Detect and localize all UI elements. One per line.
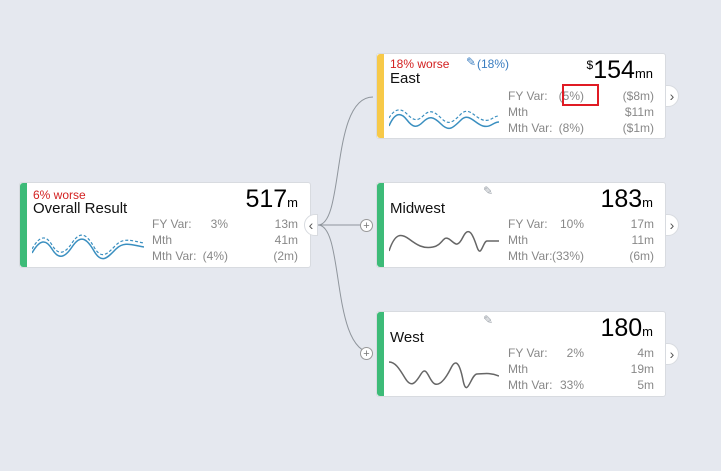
metric-row-mth: Mth 11m — [508, 233, 654, 247]
chevron-left-icon: ‹ — [308, 217, 314, 233]
status-accent-bar — [377, 54, 384, 138]
metric-row-fy-var: FY Var: 10% 17m — [508, 217, 654, 231]
metric-row-mth-var: Mth Var: (4%) (2m) — [152, 249, 298, 263]
chevron-right-icon: › — [669, 217, 675, 233]
chevron-right-icon: › — [669, 88, 675, 104]
node-value: 180m — [600, 314, 653, 342]
metric-row-mth-var: Mth Var: (8%) ($1m) — [508, 121, 654, 135]
node-value: 517m — [245, 185, 298, 213]
node-label: Midwest — [390, 200, 446, 217]
expand-midwest-plus-icon[interactable]: + — [360, 219, 373, 232]
status-accent-bar — [20, 183, 27, 267]
metric-row-mth-var: Mth Var: (33%) (6m) — [508, 249, 654, 263]
metrics-table: FY Var: 2% 4m Mth 19m Mth Var: 33% 5m — [508, 345, 654, 393]
node-midwest[interactable]: ✎ Midwest 183m FY Var: 10% 17m Mth 11m Mth … — [376, 182, 666, 268]
status-accent-bar — [377, 183, 384, 267]
metric-row-mth: Mth 41m — [152, 233, 298, 247]
metrics-table: FY Var: 3% 13m Mth 41m Mth Var: (4%) (2m) — [152, 216, 298, 264]
pencil-icon[interactable]: ✎ — [483, 313, 493, 327]
sparkline-chart — [389, 361, 499, 389]
node-label: East — [390, 70, 421, 87]
edit-percent-text: (18%) — [477, 57, 510, 71]
metric-row-mth: Mth 19m — [508, 362, 654, 376]
status-accent-bar — [377, 312, 384, 396]
selection-highlight-box — [562, 84, 599, 106]
metrics-table: FY Var: 10% 17m Mth 11m Mth Var: (33%) (6m) — [508, 216, 654, 264]
metric-row-fy-var: FY Var: 2% 4m — [508, 346, 654, 360]
sparkline-chart — [32, 234, 144, 260]
expand-west-plus-icon[interactable]: + — [360, 347, 373, 360]
node-east[interactable]: 18% worse ✎ (18%) East $154mn FY Var: (5%… — [376, 53, 666, 139]
pencil-icon[interactable]: ✎ — [466, 55, 476, 69]
pencil-icon[interactable]: ✎ — [483, 184, 493, 198]
node-label: West — [390, 329, 424, 346]
metric-row-mth: Mth $11m — [508, 105, 654, 119]
metric-row-mth-var: Mth Var: 33% 5m — [508, 378, 654, 392]
node-label: Overall Result — [33, 200, 128, 217]
chevron-right-icon: › — [669, 346, 675, 362]
node-overall-result[interactable]: 6% worse Overall Result 517m FY Var: 3% 13… — [19, 182, 311, 268]
sparkline-chart — [389, 109, 499, 130]
node-value: $154mn — [586, 56, 653, 84]
metric-row-fy-var: FY Var: 3% 13m — [152, 217, 298, 231]
status-text: 18% worse — [390, 57, 450, 71]
node-value: 183m — [600, 185, 653, 213]
node-west[interactable]: ✎ West 180m FY Var: 2% 4m Mth 19m Mth Var: 3… — [376, 311, 666, 397]
sparkline-chart — [389, 230, 499, 252]
